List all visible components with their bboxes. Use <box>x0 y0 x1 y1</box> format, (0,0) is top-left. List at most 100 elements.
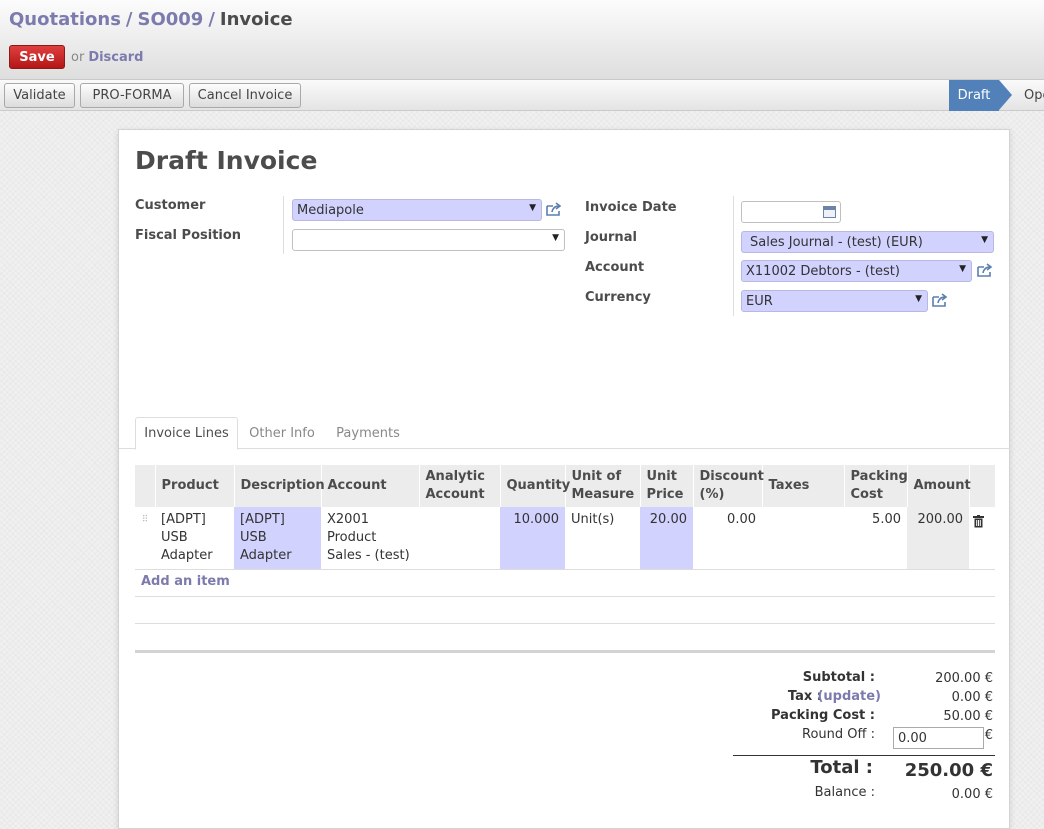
total-value: 250.00 € <box>904 760 993 781</box>
subtotal-label: Subtotal : <box>802 670 875 685</box>
customer-value: Mediapole <box>297 202 364 218</box>
control-panel: Quotations / SO009/Invoice Save or Discard <box>0 0 1044 80</box>
stage-arrow <box>999 80 1012 110</box>
chevron-down-icon: ▼ <box>529 203 536 213</box>
empty-row-divider <box>135 596 995 597</box>
cancel-invoice-button[interactable]: Cancel Invoice <box>189 83 301 108</box>
breadcrumb-quotations[interactable]: Quotations <box>9 9 121 30</box>
chevron-down-icon: ▼ <box>981 235 988 245</box>
validate-button[interactable]: Validate <box>4 83 75 108</box>
round-off-input[interactable]: 0.00 <box>893 727 984 749</box>
balance-value: 0.00 € <box>951 787 993 802</box>
breadcrumb-current: Invoice <box>219 9 293 30</box>
status-bar: Validate PRO-FORMA Cancel Invoice Draft … <box>0 80 1044 111</box>
cell-product[interactable]: [ADPT] USB Adapter <box>155 507 234 570</box>
add-item-link[interactable]: Add an item <box>141 574 230 589</box>
customer-label: Customer <box>135 198 206 213</box>
cell-analytic-account[interactable] <box>419 507 500 570</box>
form-sheet: Draft Invoice Customer Fiscal Position M… <box>118 129 1011 829</box>
trash-icon[interactable] <box>973 515 984 528</box>
column-header[interactable]: Amount <box>907 465 971 507</box>
tab-other-info[interactable]: Other Info <box>240 417 324 449</box>
save-button[interactable]: Save <box>9 45 65 69</box>
cell-discount[interactable]: 0.00 <box>693 507 762 570</box>
journal-label: Journal <box>585 230 637 245</box>
cell-unit-price[interactable]: 20.00 <box>640 507 693 570</box>
drag-handle-icon[interactable]: ⠿ <box>135 507 155 570</box>
invoice-date-input[interactable] <box>741 201 841 223</box>
column-header[interactable]: Quantity <box>500 465 570 507</box>
currency-label: Currency <box>585 290 651 305</box>
or-text: or <box>71 49 85 65</box>
form-actions: Save or Discard <box>9 45 144 69</box>
journal-select[interactable]: Sales Journal - (test) (EUR) ▼ <box>741 231 994 253</box>
chevron-down-icon: ▼ <box>552 233 559 243</box>
column-header[interactable]: Analytic Account <box>419 465 501 507</box>
chevron-down-icon: ▼ <box>959 264 966 274</box>
trash-icon[interactable] <box>969 507 995 570</box>
column-header[interactable]: Discount (%) <box>693 465 764 507</box>
column-handle <box>135 465 156 507</box>
round-off-value: 0.00 <box>898 730 927 746</box>
stage-draft[interactable]: Draft <box>949 80 999 111</box>
page-title: Draft Invoice <box>135 146 318 175</box>
total-label: Total : <box>810 757 873 778</box>
divider <box>283 196 284 254</box>
cell-taxes[interactable] <box>762 507 844 570</box>
external-link-icon[interactable] <box>545 201 563 217</box>
external-link-icon[interactable] <box>976 262 994 278</box>
packing-cost-value: 50.00 € <box>943 709 993 724</box>
breadcrumb-separator: / <box>125 9 133 30</box>
breadcrumb: Quotations / SO009/Invoice <box>9 9 293 30</box>
round-off-currency: € <box>984 728 993 743</box>
divider <box>733 196 734 316</box>
invoice-date-label: Invoice Date <box>585 200 677 215</box>
notebook-tabs: Invoice Lines Other Info Payments <box>119 417 1011 450</box>
fiscal-position-label: Fiscal Position <box>135 228 242 243</box>
discard-link[interactable]: Discard <box>88 50 143 65</box>
column-delete <box>969 465 996 507</box>
customer-select[interactable]: Mediapole ▼ <box>292 199 542 221</box>
total-divider <box>733 755 995 756</box>
stage-open[interactable]: Ope <box>1024 88 1044 103</box>
cell-account[interactable]: X2001 Product Sales - (test) <box>321 507 419 570</box>
tax-update-link[interactable]: (update) <box>817 689 881 704</box>
column-header[interactable]: Description <box>234 465 325 507</box>
tax-value: 0.00 € <box>951 690 993 705</box>
currency-select[interactable]: EUR ▼ <box>741 290 928 312</box>
account-value: X11002 Debtors - (test) <box>746 263 900 279</box>
table-row[interactable]: ⠿ [ADPT] USB Adapter [ADPT] USB Adapter X20… <box>135 507 995 570</box>
balance-label: Balance : <box>814 785 875 800</box>
packing-cost-label: Packing Cost : <box>771 708 875 723</box>
tab-invoice-lines[interactable]: Invoice Lines <box>135 417 238 450</box>
breadcrumb-separator: / <box>208 9 215 30</box>
account-select[interactable]: X11002 Debtors - (test) ▼ <box>741 260 972 282</box>
fiscal-position-select[interactable]: ▼ <box>292 229 565 251</box>
cell-description[interactable]: [ADPT] USB Adapter <box>234 507 321 570</box>
column-header[interactable]: Unit of Measure <box>565 465 641 507</box>
cell-uom[interactable]: Unit(s) <box>565 507 640 570</box>
column-header[interactable]: Account <box>321 465 420 507</box>
currency-value: EUR <box>746 293 773 309</box>
empty-row-divider <box>135 623 995 624</box>
column-header[interactable]: Taxes <box>762 465 845 507</box>
chevron-down-icon: ▼ <box>915 294 922 304</box>
cell-packing-cost[interactable]: 5.00 <box>844 507 907 570</box>
table-header: Product Description Account Analytic Acco… <box>135 465 996 507</box>
account-label: Account <box>585 260 645 275</box>
calendar-icon[interactable] <box>823 206 836 218</box>
pro-forma-button[interactable]: PRO-FORMA <box>80 83 184 108</box>
tab-payments[interactable]: Payments <box>326 417 410 449</box>
invoice-lines-table: Product Description Account Analytic Acco… <box>135 465 996 570</box>
round-off-label: Round Off : <box>802 727 875 742</box>
journal-value: Sales Journal - (test) (EUR) <box>750 234 923 250</box>
column-header[interactable]: Packing Cost <box>844 465 908 507</box>
cell-amount: 200.00 <box>907 507 969 570</box>
table-footer <box>135 650 995 653</box>
breadcrumb-so009[interactable]: SO009 <box>137 9 203 30</box>
external-link-icon[interactable] <box>931 292 949 308</box>
column-header[interactable]: Product <box>155 465 235 507</box>
cell-quantity[interactable]: 10.000 <box>500 507 565 570</box>
column-header[interactable]: Unit Price <box>640 465 694 507</box>
subtotal-value: 200.00 € <box>935 671 993 686</box>
